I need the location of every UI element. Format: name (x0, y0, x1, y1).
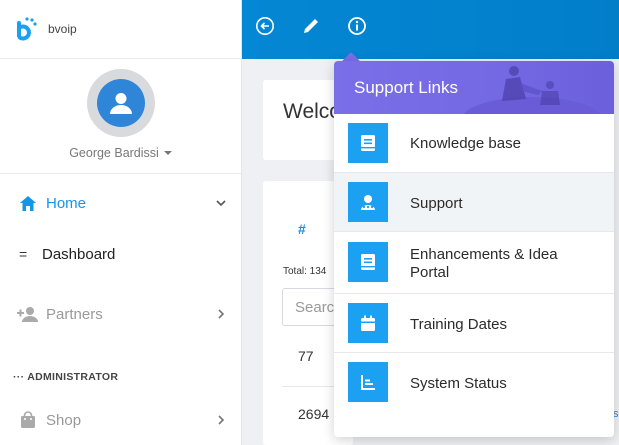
avatar[interactable] (86, 69, 155, 137)
bvoip-logo (14, 16, 40, 42)
welcome-heading: Welco (283, 100, 341, 123)
sidebar-item-home[interactable]: Home (0, 185, 241, 221)
sidebar-item-label: Shop (46, 411, 82, 429)
calendar-icon (348, 303, 388, 343)
top-bar (242, 0, 619, 59)
dropdown-header: Support Links (334, 61, 614, 114)
link-label: Training Dates (410, 316, 507, 333)
user-icon (96, 79, 145, 127)
back-arrow-icon[interactable] (254, 15, 276, 37)
sidebar-item-partners[interactable]: Partners (0, 296, 241, 332)
link-label: System Status (410, 375, 507, 392)
brand-header[interactable]: bvoip (0, 0, 241, 59)
link-label: Knowledge base (410, 135, 521, 152)
shopping-bag-icon (17, 409, 39, 431)
pencil-icon[interactable] (300, 15, 322, 37)
home-icon (17, 192, 39, 214)
sidebar-item-label: Dashboard (42, 245, 116, 263)
book-icon (348, 242, 388, 282)
table-header-number[interactable]: # (298, 221, 306, 237)
header-illustration (463, 66, 601, 114)
support-links-dropdown: Support Links Knowledge base Support Enh… (334, 61, 614, 437)
user-name: George Bardissi (69, 146, 159, 160)
link-enhancements-idea-portal[interactable]: Enhancements & Idea Portal (334, 232, 614, 294)
sidebar-item-shop[interactable]: Shop (0, 402, 241, 438)
section-header-administrator: ··· ADMINISTRATOR (13, 371, 118, 383)
sidebar: bvoip George Bardissi Home = Dashboard P… (0, 0, 242, 445)
list-bullet-icon: = (19, 246, 28, 262)
caret-down-icon (163, 151, 172, 155)
sidebar-item-label: Partners (46, 305, 103, 323)
link-system-status[interactable]: System Status (334, 353, 614, 412)
sidebar-item-dashboard[interactable]: = Dashboard (0, 236, 241, 272)
sidebar-item-label: Home (46, 194, 87, 212)
chevron-down-icon (215, 196, 227, 213)
link-label: Enhancements & Idea Portal (410, 246, 558, 281)
section-label: ADMINISTRATOR (27, 371, 119, 383)
user-menu-toggle[interactable]: George Bardissi (69, 146, 172, 160)
chevron-right-icon (215, 413, 227, 430)
user-profile: George Bardissi (0, 59, 241, 174)
info-icon[interactable] (346, 15, 368, 37)
link-label: Support (410, 195, 463, 212)
table-row[interactable]: 2694 (298, 406, 329, 422)
chevron-right-icon (215, 307, 227, 324)
add-user-icon (17, 303, 39, 325)
agent-icon (348, 182, 388, 222)
section-dots: ··· (13, 371, 25, 383)
link-training-dates[interactable]: Training Dates (334, 294, 614, 353)
brand-name: bvoip (48, 22, 77, 36)
dropdown-title: Support Links (354, 78, 458, 97)
table-row[interactable]: 77 (298, 348, 314, 364)
book-icon (348, 123, 388, 163)
link-support[interactable]: Support (334, 173, 614, 232)
table-total: Total: 134 (283, 266, 327, 277)
link-knowledge-base[interactable]: Knowledge base (334, 114, 614, 173)
chart-icon (348, 362, 388, 402)
